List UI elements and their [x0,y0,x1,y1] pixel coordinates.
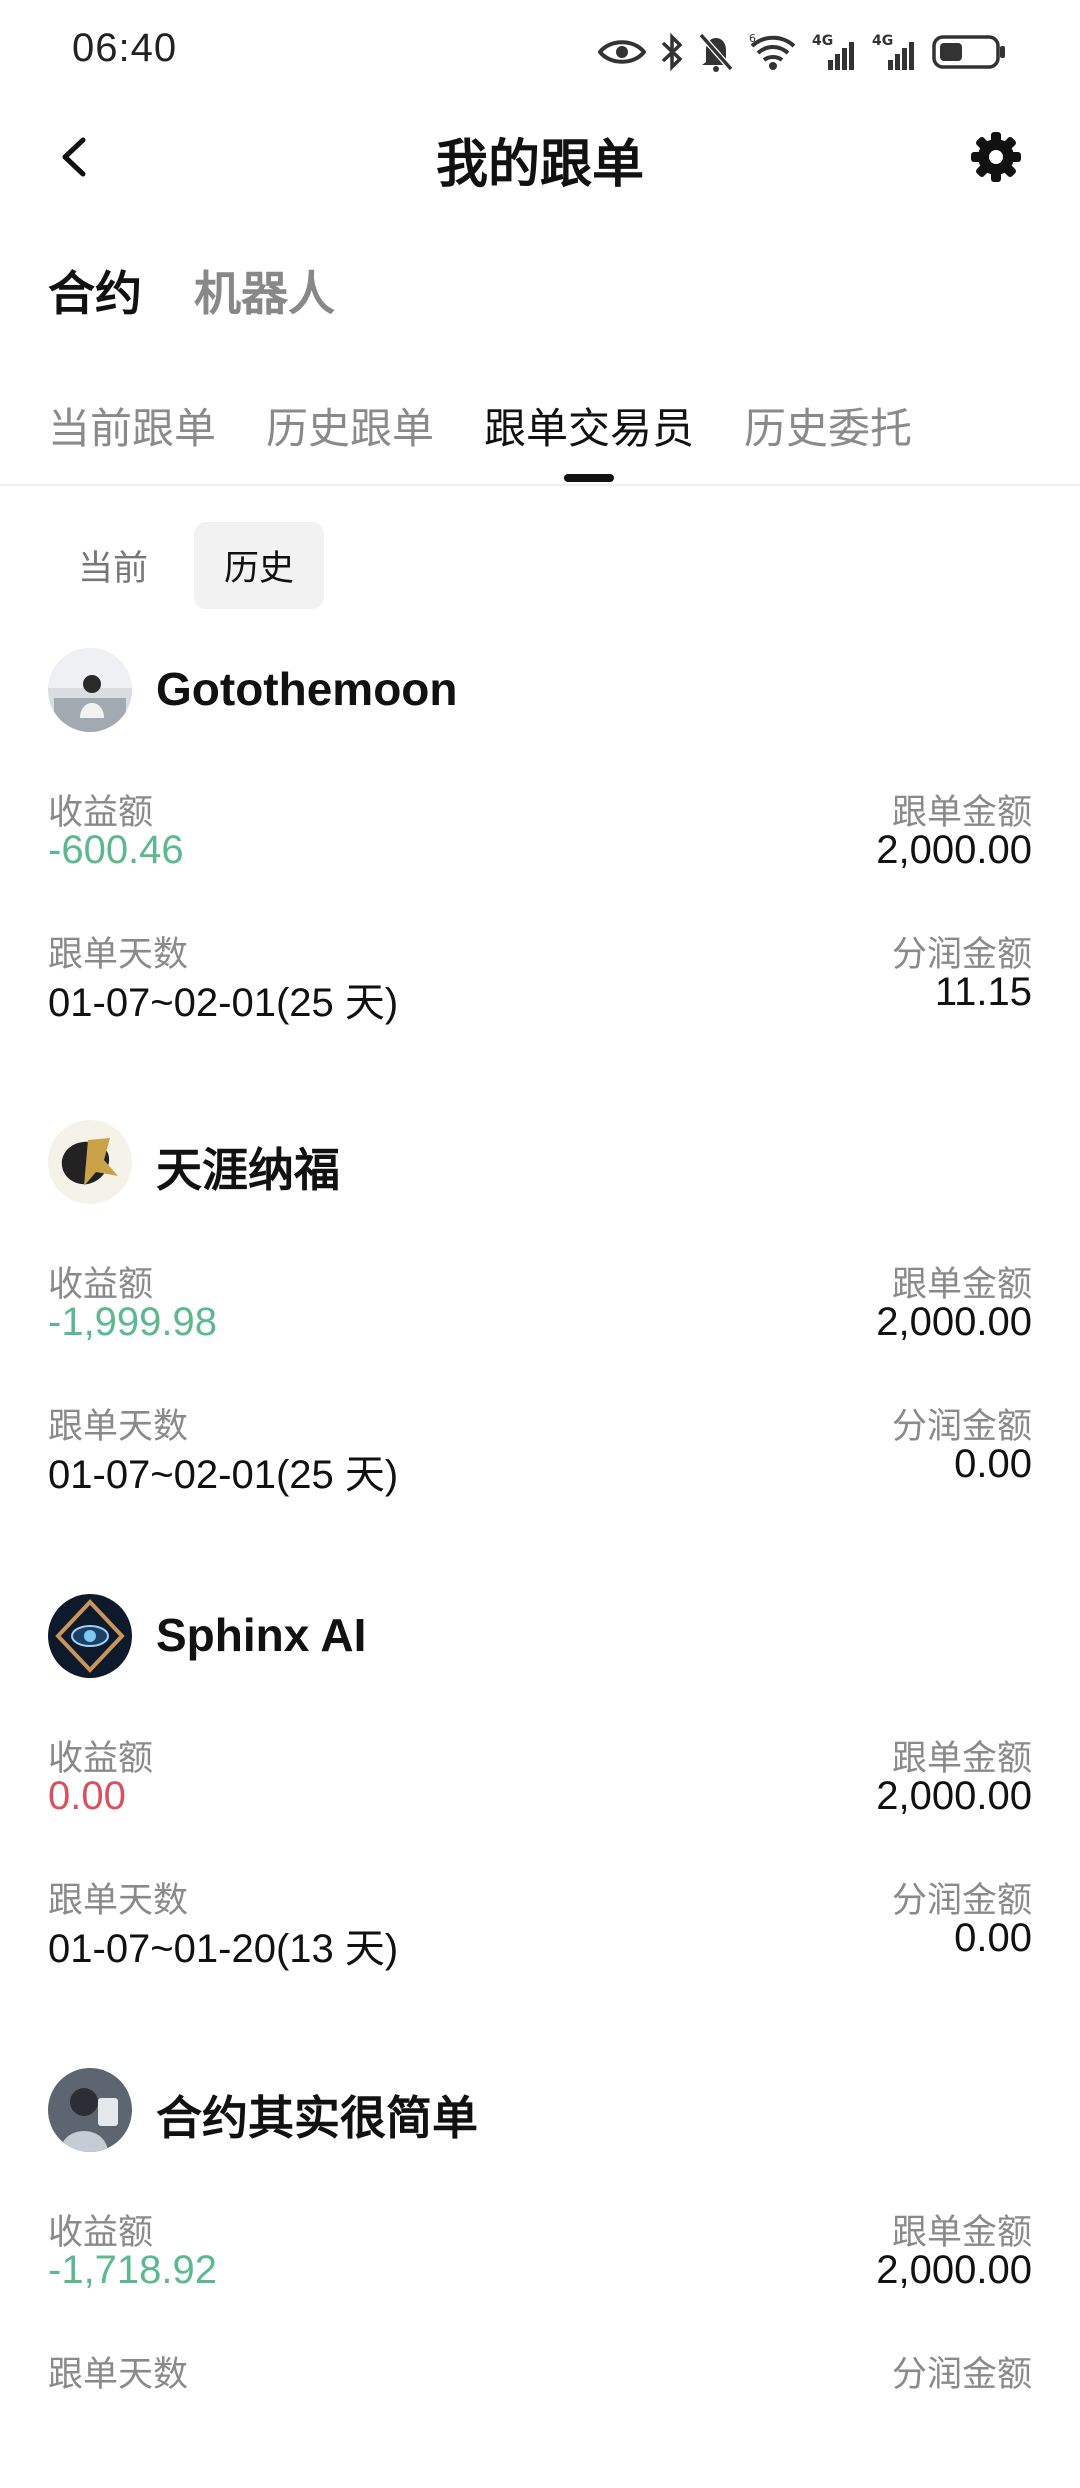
status-icons: 6 4G 4G [598,30,1008,74]
battery-icon [932,35,1005,69]
sub-tabs: 当前跟单 历史跟单 跟单交易员 历史委托 [48,395,912,482]
trader-name: 天涯纳福 [156,1144,340,1196]
amount-value: 2,000.00 [876,1300,1032,1344]
share-value: 0.00 [954,1916,1032,1960]
days-label: 跟单天数 [48,2355,189,2394]
segment-current[interactable]: 当前 [48,522,178,609]
svg-text:4G: 4G [872,33,893,49]
amount-value: 2,000.00 [876,2248,1032,2292]
share-value: 11.15 [934,970,1032,1014]
profit-value: -600.46 [48,828,184,872]
days-value: 01-07~02-01(25 天) [48,981,399,1025]
tab-history-copy[interactable]: 历史跟单 [266,395,434,482]
segmented-control: 当前 历史 [48,522,325,609]
avatar [48,648,132,732]
avatar [48,1120,132,1204]
amount-value: 2,000.00 [876,828,1032,872]
trader-name: Gotothemoon [156,663,458,715]
trader-card[interactable]: Sphinx AI 收益额 跟单金额 0.00 2,000.00 跟单天数 分润… [48,1594,1032,2014]
tab-current-copy[interactable]: 当前跟单 [48,395,216,482]
avatar [48,1594,132,1678]
main-tabs: 合约 机器人 [48,255,335,324]
divider [0,484,1080,486]
days-value: 01-07~02-01(25 天) [48,1453,399,1497]
amount-value: 2,000.00 [876,1774,1032,1818]
tab-history-orders[interactable]: 历史委托 [744,395,912,482]
avatar [48,2068,132,2152]
profit-value: -1,999.98 [48,1300,218,1344]
trader-name: Sphinx AI [156,1609,367,1661]
svg-text:6: 6 [749,32,756,45]
bell-muted-icon [698,33,734,72]
trader-card[interactable]: 合约其实很简单 收益额 跟单金额 -1,718.92 2,000.00 跟单天数… [48,2068,1032,2488]
gear-icon[interactable] [968,129,1024,185]
trader-name: 合约其实很简单 [156,2092,478,2144]
trader-card[interactable]: Gotothemoon 收益额 跟单金额 -600.46 2,000.00 跟单… [48,648,1032,1068]
signal-4g-icon: 4G [812,33,854,70]
segment-history[interactable]: 历史 [194,522,325,609]
share-label: 分润金额 [891,2355,1032,2394]
status-time: 06:40 [72,26,178,70]
wifi-icon: 6 [749,32,796,70]
profit-value: 0.00 [48,1774,126,1818]
trader-card[interactable]: 天涯纳福 收益额 跟单金额 -1,999.98 2,000.00 跟单天数 分润… [48,1120,1032,1540]
bluetooth-icon [661,32,683,72]
tab-contract[interactable]: 合约 [48,255,142,324]
page-title: 我的跟单 [435,136,644,194]
tab-copy-traders[interactable]: 跟单交易员 [484,395,694,482]
days-value: 01-07~01-20(13 天) [48,1927,399,1971]
tab-robot[interactable]: 机器人 [194,255,335,324]
header: 我的跟单 [0,112,1080,202]
status-bar: 06:40 6 4G 4G [0,0,1080,100]
svg-text:4G: 4G [812,33,833,49]
profit-value: -1,718.92 [48,2248,218,2292]
signal-4g-icon: 4G [872,33,914,70]
share-value: 0.00 [954,1442,1032,1486]
eye-icon [598,40,646,64]
